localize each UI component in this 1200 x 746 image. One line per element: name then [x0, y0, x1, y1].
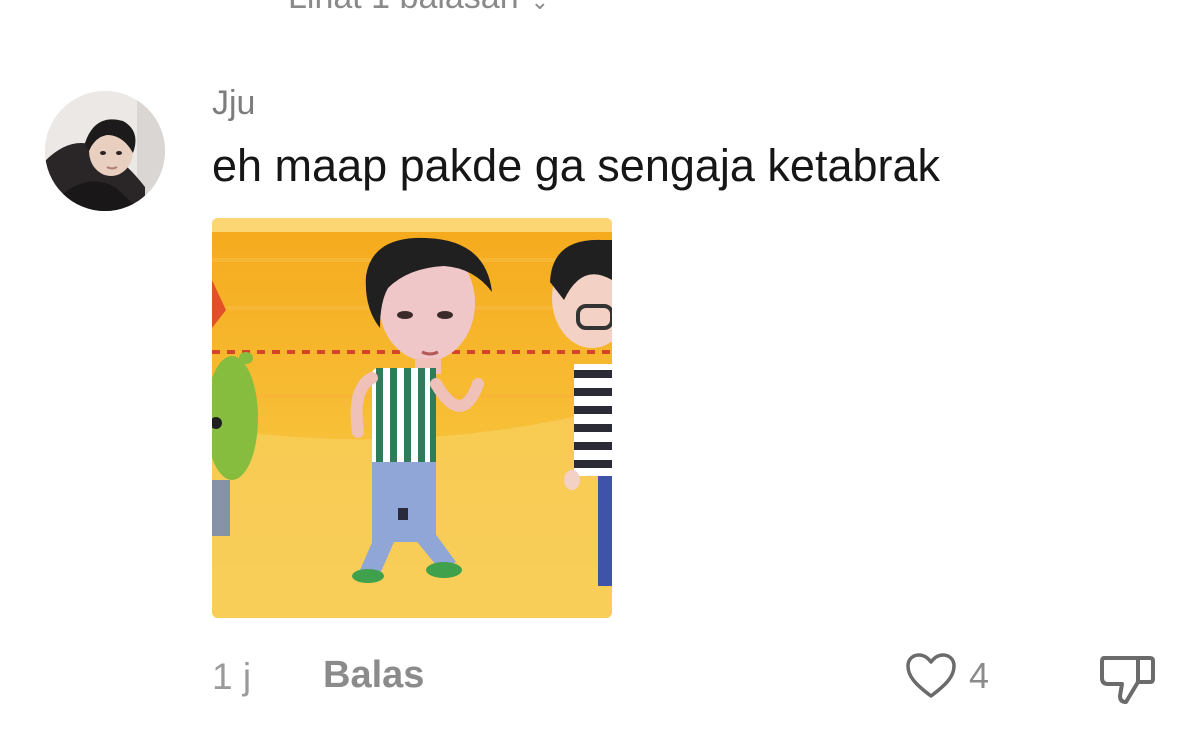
comment-timestamp: 1 j [212, 656, 252, 697]
view-replies-label: Lihat 1 balasan [288, 0, 519, 17]
comment-username[interactable]: Jju [212, 84, 255, 123]
thumbs-down-icon [1100, 656, 1155, 704]
chevron-down-icon: ⌄ [530, 0, 550, 14]
comment-sticker-image[interactable] [212, 218, 612, 618]
avatar-photo [45, 91, 165, 211]
reply-button[interactable]: Balas [323, 654, 424, 697]
comment-text: eh maap pakde ga sengaja ketabrak [212, 140, 941, 191]
avatar[interactable] [45, 91, 165, 211]
comment-thread: Lihat 1 balasan ⌄ Jju eh maap pakde ga s… [0, 0, 1200, 746]
dislike-button[interactable] [1098, 652, 1156, 711]
view-replies-link[interactable]: Lihat 1 balasan ⌄ [288, 0, 549, 17]
like-button[interactable]: 4 [905, 652, 989, 700]
like-count: 4 [969, 655, 990, 696]
heart-outline-icon [906, 653, 956, 698]
sticker-artwork [212, 218, 612, 618]
